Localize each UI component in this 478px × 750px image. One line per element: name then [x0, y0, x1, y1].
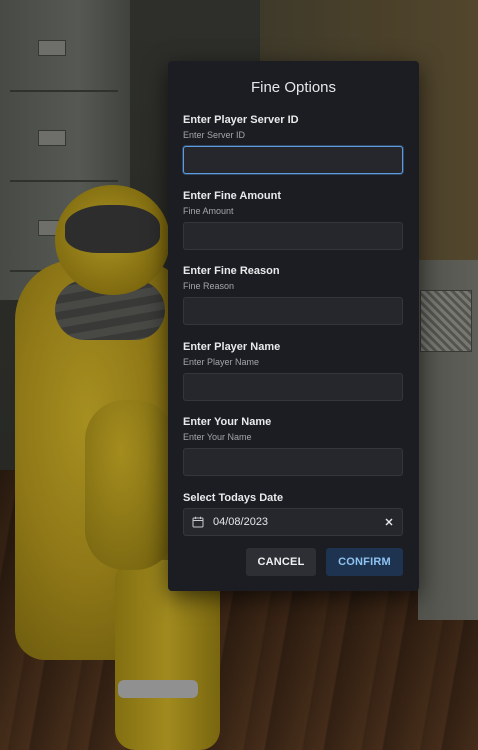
field-hint: Enter Your Name [183, 432, 252, 442]
fine-amount-input[interactable] [183, 221, 403, 250]
field-hint: Enter Server ID [183, 130, 246, 140]
calendar-icon [192, 516, 204, 527]
fine-reason-input[interactable] [183, 297, 403, 325]
dialog-title: Fine Options [250, 79, 337, 96]
dialog-actions: CANCEL CONFIRM [246, 548, 403, 576]
field-hint: Fine Amount [183, 205, 234, 216]
field-fine-amount: Enter Fine Amount Fine Amount [183, 190, 404, 266]
dialog-content: Fine Options Enter Player Server ID Ente… [183, 79, 404, 567]
player-name-input[interactable] [183, 372, 403, 401]
field-label: Enter Player Name [183, 340, 281, 353]
field-fine-reason: Enter Fine Reason Fine Reason [183, 265, 404, 341]
field-label: Enter Player Server ID [183, 114, 299, 126]
field-label: Enter Fine Amount [183, 189, 281, 202]
field-hint: Fine Reason [183, 281, 235, 291]
your-name-input[interactable] [183, 448, 403, 476]
confirm-button[interactable]: CONFIRM [326, 548, 403, 576]
field-player-name: Enter Player Name Enter Player Name [183, 341, 404, 417]
fine-options-dialog: Fine Options Enter Player Server ID Ente… [168, 61, 419, 591]
server-id-input[interactable] [183, 146, 403, 174]
date-value: 04/08/2023 [213, 515, 269, 528]
field-label: Enter Fine Reason [183, 265, 280, 277]
cancel-button[interactable]: CANCEL [246, 548, 316, 576]
field-your-name: Enter Your Name Enter Your Name [183, 416, 404, 492]
field-hint: Enter Player Name [183, 356, 260, 367]
close-icon[interactable] [382, 515, 396, 529]
field-label: Select Todays Date [183, 491, 284, 504]
field-player-server-id: Enter Player Server ID Enter Server ID [183, 114, 404, 190]
field-label: Enter Your Name [183, 416, 272, 428]
date-picker[interactable]: 04/08/2023 [183, 507, 403, 536]
